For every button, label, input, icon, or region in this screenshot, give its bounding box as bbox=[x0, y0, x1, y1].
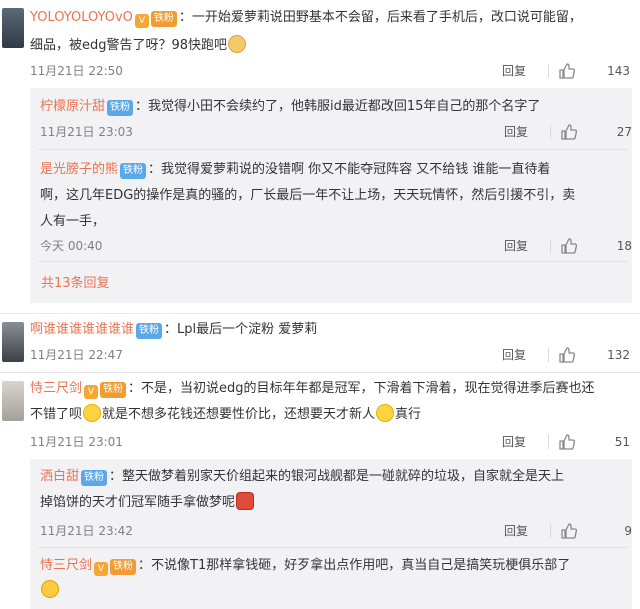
divider bbox=[38, 547, 628, 548]
timestamp: 11月21日 22:47 bbox=[30, 348, 123, 362]
reply-button[interactable]: 回复 bbox=[504, 122, 528, 142]
comment-actions: 回复 132 bbox=[502, 345, 632, 365]
timestamp: 11月21日 22:50 bbox=[30, 64, 123, 78]
timestamp: 今天 00:40 bbox=[40, 239, 103, 253]
username[interactable]: 洒白甜 bbox=[40, 469, 79, 484]
reply-text-line bbox=[40, 580, 60, 602]
like-count: 9 bbox=[624, 524, 632, 538]
divider bbox=[550, 239, 551, 253]
username[interactable]: 柠檬原汁甜 bbox=[40, 99, 105, 114]
timestamp: 11月21日 23:42 bbox=[40, 524, 133, 538]
reply-button[interactable]: 回复 bbox=[502, 432, 526, 452]
fan-badge: 铁粉 bbox=[150, 11, 177, 27]
reply-list: 洒白甜 铁粉 ：整天做梦着别家天价组起来的银河战舰都是一碰就碎的垃圾，自家就全是天上… bbox=[30, 459, 632, 609]
timestamp: 11月21日 23:03 bbox=[40, 125, 133, 139]
reply-text: 柠檬原汁甜 铁粉 ：我觉得小田不会续约了，他韩服id最近都改回15年自己的那个名字了 bbox=[40, 99, 541, 116]
username[interactable]: 是光膀子的熊 bbox=[40, 162, 118, 177]
comment-text-line: 细品，被edg警告了呀？98快跑吧 bbox=[30, 35, 247, 57]
fan-badge: 铁粉 bbox=[110, 559, 137, 575]
fan-badge: 铁粉 bbox=[120, 163, 147, 179]
vip-badge: V bbox=[94, 562, 109, 576]
doge-emoji-icon bbox=[228, 35, 247, 53]
comment-text-line: 不错了呗 就是不想多花钱还想要性价比，还想要天才新人 真行 bbox=[30, 404, 421, 426]
comment-text: 恃三尺剑 V 铁粉 ：不是，当初说edg的目标年年都是冠军，下滑着下滑着，现在觉得进季… bbox=[30, 381, 595, 399]
fan-badge: 铁粉 bbox=[136, 323, 163, 339]
comment-text: YOLOYOLOYOvO V 铁粉 ：一开始爱萝莉说田野基本不会留，后来看了手机后，改… bbox=[30, 10, 582, 28]
username[interactable]: YOLOYOLOYOvO bbox=[30, 10, 133, 25]
reply-text: 洒白甜 铁粉 ：整天做梦着别家天价组起来的银河战舰都是一碰就碎的垃圾，自家就全是天上 bbox=[40, 469, 565, 486]
username[interactable]: 啊谁谁谁谁谁谁谁 bbox=[30, 322, 134, 337]
fan-badge: 铁粉 bbox=[100, 382, 127, 398]
like-count: 18 bbox=[616, 239, 632, 253]
divider bbox=[548, 64, 549, 78]
divider bbox=[548, 435, 549, 449]
comment-actions: 回复 51 bbox=[502, 432, 632, 452]
reply-button[interactable]: 回复 bbox=[504, 236, 528, 256]
reply-text-line: 掉馅饼的天才们冠军随手拿做梦呢 bbox=[40, 492, 255, 514]
reply-actions: 回复 27 bbox=[504, 122, 634, 142]
reply-button[interactable]: 回复 bbox=[504, 521, 528, 541]
divider bbox=[0, 313, 640, 314]
avatar[interactable] bbox=[2, 8, 24, 48]
reply-text-line: 啊，这几年EDG的操作是真的骚的，厂长最后一年不让上场，天天玩情怀，然后引援不引… bbox=[40, 188, 576, 203]
bowl-emoji-icon bbox=[236, 492, 255, 510]
avatar[interactable] bbox=[2, 381, 24, 421]
smile-emoji-icon bbox=[41, 580, 59, 598]
reply-text: 恃三尺剑 V 铁粉 ：不说像T1那样拿钱砸，好歹拿出点作用吧，真当自己是搞笑玩梗俱乐部… bbox=[40, 558, 571, 576]
timestamp: 11月21日 23:01 bbox=[30, 435, 123, 449]
fan-badge: 铁粉 bbox=[107, 100, 134, 116]
reply-actions: 回复 9 bbox=[504, 521, 634, 541]
like-count: 51 bbox=[614, 435, 630, 449]
vip-badge: V bbox=[134, 14, 149, 28]
awkward-emoji-icon bbox=[83, 404, 102, 422]
username[interactable]: 恃三尺剑 bbox=[40, 558, 92, 573]
like-count: 27 bbox=[616, 125, 632, 139]
comment-actions: 回复 143 bbox=[502, 61, 632, 81]
fan-badge: 铁粉 bbox=[81, 470, 108, 486]
reply-list: 柠檬原汁甜 铁粉 ：我觉得小田不会续约了，他韩服id最近都改回15年自己的那个名字了… bbox=[30, 88, 632, 303]
divider bbox=[38, 149, 628, 150]
reply-actions: 回复 18 bbox=[504, 236, 634, 256]
avatar[interactable] bbox=[2, 322, 24, 362]
divider bbox=[38, 261, 628, 262]
divider bbox=[0, 372, 640, 373]
pray-emoji-icon bbox=[376, 404, 395, 422]
comment-text: 啊谁谁谁谁谁谁谁 铁粉 ：Lpl最后一个淀粉 爱萝莉 bbox=[30, 322, 318, 339]
thumbs-up-icon[interactable] bbox=[558, 346, 576, 364]
thumbs-up-icon[interactable] bbox=[558, 62, 576, 80]
thumbs-up-icon[interactable] bbox=[560, 522, 578, 540]
divider bbox=[550, 125, 551, 139]
reply-text: 是光膀子的熊 铁粉 ：我觉得爱萝莉说的没错啊 你又不能夺冠阵容 又不给钱 谁能一直待… bbox=[40, 162, 551, 179]
divider bbox=[550, 524, 551, 538]
more-replies-link[interactable]: 共13条回复 bbox=[41, 274, 110, 294]
reply-text-line: 人有一手， bbox=[40, 214, 106, 229]
thumbs-up-icon[interactable] bbox=[558, 433, 576, 451]
like-count: 143 bbox=[607, 64, 630, 78]
vip-badge: V bbox=[84, 385, 99, 399]
username[interactable]: 恃三尺剑 bbox=[30, 381, 82, 396]
like-count: 132 bbox=[607, 348, 630, 362]
reply-button[interactable]: 回复 bbox=[502, 61, 526, 81]
divider bbox=[548, 348, 549, 362]
thumbs-up-icon[interactable] bbox=[560, 123, 578, 141]
reply-button[interactable]: 回复 bbox=[502, 345, 526, 365]
thumbs-up-icon[interactable] bbox=[560, 237, 578, 255]
